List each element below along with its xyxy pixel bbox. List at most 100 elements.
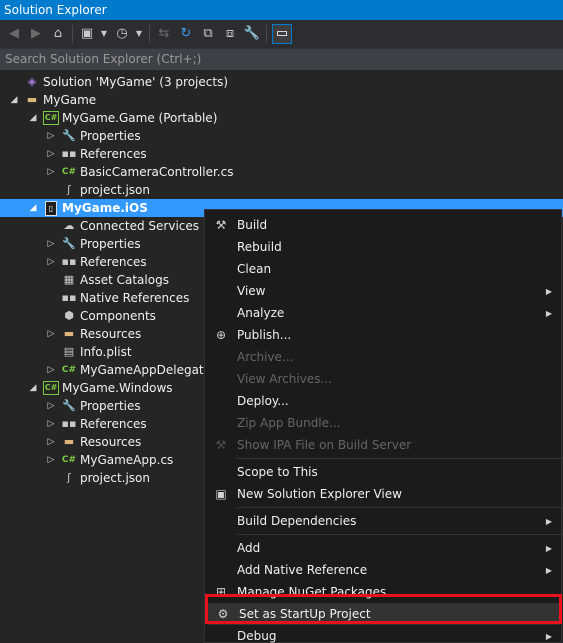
submenu-arrow-icon: ▶ [545,631,552,641]
csharp-project-icon: C# [43,381,59,395]
menu-item-add[interactable]: Add ▶ [205,537,561,559]
menu-item-new-solution-explorer-view[interactable]: ▣ New Solution Explorer View [205,483,561,505]
csharp-project-icon: C# [43,111,59,125]
tree-item-label: Info.plist [80,345,132,359]
tree-item-label: Resources [80,327,142,341]
expand-arrow-icon[interactable]: ▷ [45,455,57,465]
menu-item-manage-nuget-packages[interactable]: ⊞ Manage NuGet Packages... [205,581,561,603]
expand-arrow-icon[interactable]: ▷ [45,131,57,141]
dropdown-caret-icon[interactable]: ▼ [100,25,108,43]
show-all-files-icon[interactable]: ⧈ [221,25,239,43]
menu-item-build[interactable]: ⚒ Build [205,214,561,236]
menu-item-publish[interactable]: ⊕ Publish... [205,324,561,346]
menu-item-label: View [237,284,266,298]
tree-item[interactable]: ◈ Solution 'MyGame' (3 projects) [0,73,563,91]
toolbar-separator [149,25,150,43]
menu-item-label: Add Native Reference [237,563,368,577]
tree-item-label: project.json [80,471,150,485]
json-file-icon: ʃ [67,471,71,484]
submenu-arrow-icon: ▶ [545,286,552,296]
collapse-arrow-icon[interactable]: ◢ [27,203,39,213]
wrench-icon: 🔧 [62,129,76,142]
new-view-icon: ▣ [215,487,227,501]
tree-item[interactable]: ▷ C# BasicCameraController.cs [0,163,563,181]
menu-item-label: Scope to This [237,465,318,479]
preview-selected-items-icon[interactable]: ▭ [272,24,292,44]
csharp-file-icon: C# [61,455,77,465]
menu-item-label: Publish... [237,328,292,342]
tree-item-label: MyGameAppDelegate [80,363,212,377]
globe-icon: ⊕ [215,328,227,342]
tree-item-label: Properties [80,129,141,143]
menu-item-rebuild[interactable]: Rebuild [205,236,561,258]
references-icon: ▪▪ [61,147,77,160]
menu-item-deploy[interactable]: Deploy... [205,390,561,412]
menu-item-build-dependencies[interactable]: Build Dependencies ▶ [205,510,561,532]
references-icon: ▪▪ [61,255,77,268]
collapse-all-icon[interactable]: ⧉ [199,25,217,43]
tree-item[interactable]: ◢ ▬ MyGame [0,91,563,109]
native-references-icon: ▪▪ [61,291,77,304]
sync-with-active-document-icon[interactable]: ⇆ [155,25,173,43]
submenu-arrow-icon: ▶ [545,543,552,553]
menu-item-debug[interactable]: Debug ▶ [205,625,561,643]
menu-item-label: Archive... [237,350,294,364]
refresh-icon[interactable]: ↻ [177,25,195,43]
context-menu: ⚒ Build Rebuild Clean View ▶ Analyze ▶ ⊕ Publish.… [204,209,562,643]
expand-arrow-icon[interactable]: ▷ [45,167,57,177]
tree-item-label: Properties [80,399,141,413]
forward-icon[interactable]: ▶ [27,25,45,43]
solution-icon: ◈ [27,75,37,88]
menu-item-scope-to-this[interactable]: Scope to This [205,461,561,483]
expand-arrow-icon[interactable]: ▷ [45,239,57,249]
menu-separator [237,458,561,459]
switch-views-icon[interactable]: ▣ [78,25,96,43]
folder-icon: ▬ [63,435,75,448]
csharp-file-icon: C# [61,365,77,375]
expand-arrow-icon[interactable]: ▷ [45,329,57,339]
components-icon: ⬢ [64,309,74,322]
tree-item-label: MyGame.Windows [62,381,173,395]
collapse-arrow-icon[interactable]: ◢ [27,113,39,123]
dropdown-caret-icon[interactable]: ▼ [135,25,143,43]
nuget-icon: ⊞ [215,585,227,599]
menu-item-set-as-startup-project[interactable]: ⚙ Set as StartUp Project [207,603,559,625]
submenu-arrow-icon: ▶ [545,565,552,575]
menu-separator [237,507,561,508]
menu-item-clean[interactable]: Clean [205,258,561,280]
menu-item-view-archives: View Archives... [205,368,561,390]
menu-item-analyze[interactable]: Analyze ▶ [205,302,561,324]
menu-item-view[interactable]: View ▶ [205,280,561,302]
expand-arrow-icon[interactable]: ▷ [45,365,57,375]
menu-item-label: View Archives... [237,372,332,386]
tree-item[interactable]: ▷ ▪▪ References [0,145,563,163]
back-icon[interactable]: ◀ [5,25,23,43]
submenu-arrow-icon: ▶ [545,516,552,526]
json-file-icon: ʃ [67,183,71,196]
wrench-icon: 🔧 [62,399,76,412]
csharp-file-icon: C# [61,167,77,177]
expand-arrow-icon[interactable]: ▷ [45,437,57,447]
menu-item-add-native-reference[interactable]: Add Native Reference ▶ [205,559,561,581]
tree-item-label: MyGame.Game (Portable) [62,111,218,125]
expand-arrow-icon[interactable]: ▷ [45,257,57,267]
properties-icon[interactable]: 🔧 [243,25,261,43]
plist-file-icon: ▤ [63,345,75,358]
tree-item[interactable]: ʃ project.json [0,181,563,199]
tree-item-label: BasicCameraController.cs [80,165,234,179]
expand-arrow-icon[interactable]: ▷ [45,401,57,411]
tree-item-label: Native References [80,291,190,305]
references-icon: ▪▪ [61,417,77,430]
expand-arrow-icon[interactable]: ▷ [45,149,57,159]
home-icon[interactable]: ⌂ [49,25,67,43]
menu-item-label: Clean [237,262,272,276]
collapse-arrow-icon[interactable]: ◢ [27,383,39,393]
tree-item[interactable]: ◢ C# MyGame.Game (Portable) [0,109,563,127]
pending-changes-filter-icon[interactable]: ◷ [113,25,131,43]
expand-arrow-icon[interactable]: ▷ [45,419,57,429]
collapse-arrow-icon[interactable]: ◢ [8,95,20,105]
search-input[interactable]: Search Solution Explorer (Ctrl+;) [0,48,563,70]
tree-item[interactable]: ▷ 🔧 Properties [0,127,563,145]
tree-item-label: project.json [80,183,150,197]
build-icon: ⚒ [215,218,227,232]
